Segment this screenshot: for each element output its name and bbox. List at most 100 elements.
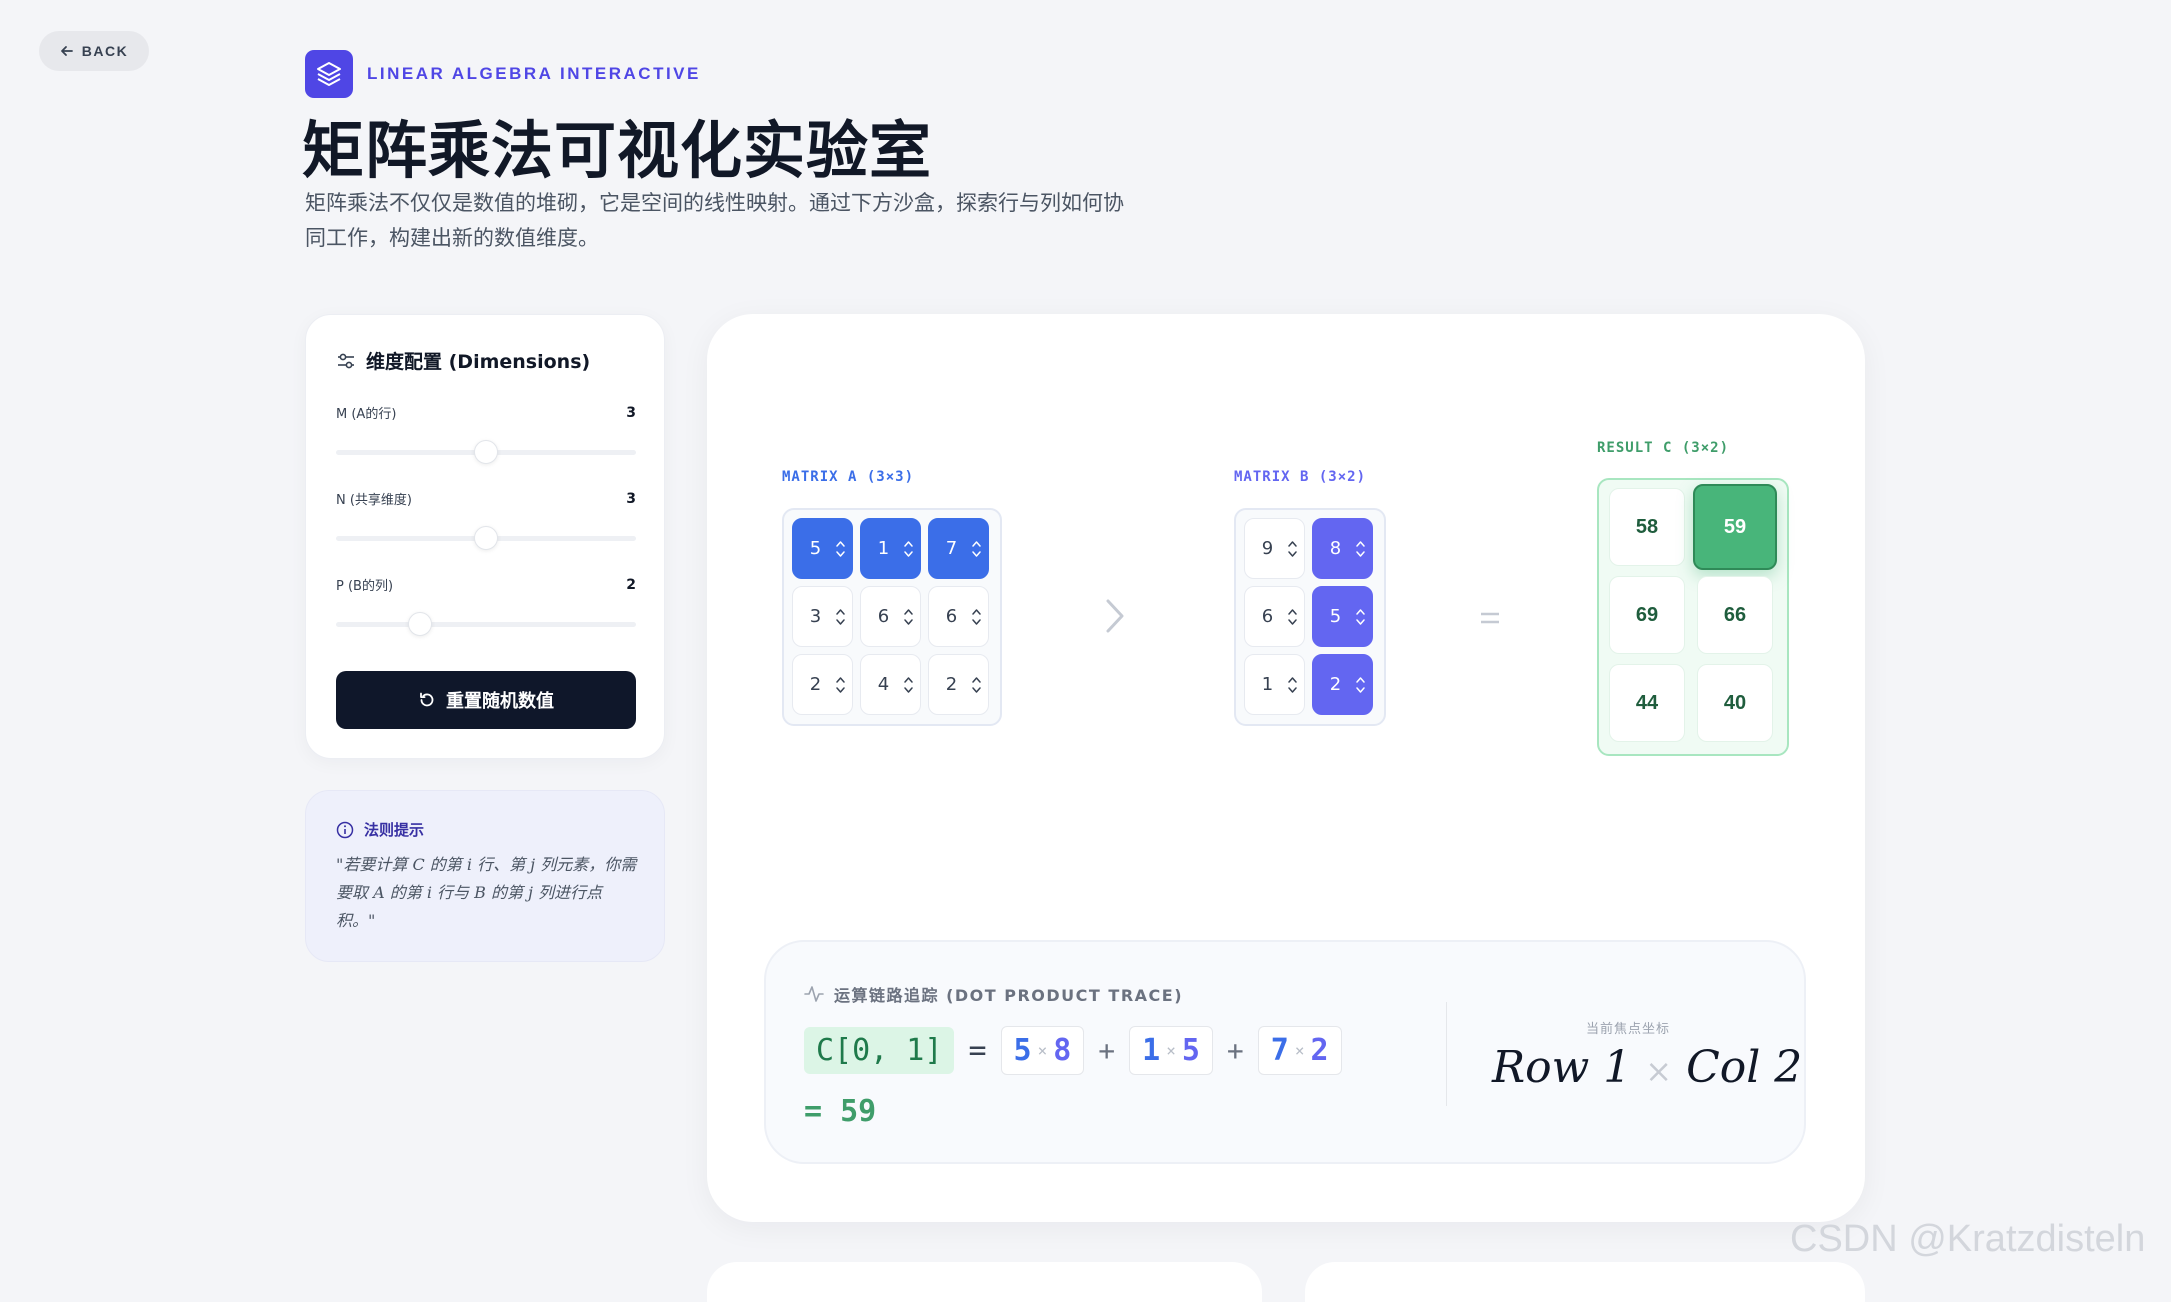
slider-m-track[interactable] <box>336 440 636 464</box>
back-button[interactable]: BACK <box>39 31 149 71</box>
focus-times: × <box>1645 1052 1673 1090</box>
matrix-b-label: MATRIX B (3×2) <box>1234 469 1367 485</box>
matrix-a-cell[interactable]: 2 <box>928 654 989 715</box>
focus-label: 当前焦点坐标 <box>1585 1022 1670 1037</box>
slider-n-label: N (共享维度) <box>336 493 413 508</box>
cell-value: 3 <box>809 606 822 627</box>
info-icon <box>336 821 354 838</box>
matrix-a-label: MATRIX A (3×3) <box>782 469 915 485</box>
layers-icon <box>305 50 353 98</box>
slider-p-label: P (B的列) <box>336 579 394 594</box>
hint-body: "若要计算 C 的第 i 行、第 j 列元素，你需要取 A 的第 i 行与 B … <box>336 855 637 930</box>
focus-col: Col 2 <box>1686 1042 1803 1093</box>
matrix-a-cell[interactable]: 2 <box>792 654 853 715</box>
trace-term: 5 × 8 <box>1000 1026 1085 1075</box>
slider-p-value: 2 <box>626 576 636 593</box>
trace-coordinate: C[0, 1] <box>804 1027 955 1074</box>
spinner-arrows-icon[interactable] <box>971 606 982 628</box>
slider-n-track[interactable] <box>336 526 636 550</box>
slider-p-thumb[interactable] <box>408 612 432 636</box>
page-description: 矩阵乘法不仅仅是数值的堆砌，它是空间的线性映射。通过下方沙盒，探索行与列如何协同… <box>305 191 1124 250</box>
slider-p: P (B的列) 2 <box>336 575 636 636</box>
result-cell[interactable]: 69 <box>1609 576 1685 654</box>
cell-value: 7 <box>945 538 958 559</box>
reset-random-button[interactable]: 重置随机数值 <box>336 671 636 729</box>
trace-divider <box>1446 1002 1447 1106</box>
cell-value: 2 <box>1329 674 1342 695</box>
matrix-b-cell[interactable]: 9 <box>1244 518 1305 579</box>
matrix-a: 5 1 7 3 6 6 2 4 2 <box>782 508 1002 726</box>
cell-value: 6 <box>1261 606 1274 627</box>
matrix-b-cell[interactable]: 6 <box>1244 586 1305 647</box>
matrix-b: 9 8 6 5 1 2 <box>1234 508 1386 726</box>
equals-sign: = <box>968 1033 987 1068</box>
times-sign: × <box>1166 1041 1176 1060</box>
slider-m: M (A的行) 3 <box>336 403 636 464</box>
result-cell[interactable]: 58 <box>1609 488 1685 566</box>
cell-value: 9 <box>1261 538 1274 559</box>
dimensions-title: 维度配置 (Dimensions) <box>366 351 591 373</box>
cell-value: 1 <box>877 538 890 559</box>
slider-n: N (共享维度) 3 <box>336 489 636 550</box>
reset-label: 重置随机数值 <box>446 691 554 712</box>
matrix-a-cell[interactable]: 6 <box>928 586 989 647</box>
result-cell-active[interactable]: 59 <box>1693 484 1777 570</box>
plus-sign: + <box>1098 1034 1116 1067</box>
cell-value: 6 <box>945 606 958 627</box>
matrix-a-cell[interactable]: 3 <box>792 586 853 647</box>
spinner-arrows-icon[interactable] <box>1355 538 1366 560</box>
term-a-value: 1 <box>1142 1033 1161 1068</box>
slider-n-thumb[interactable] <box>474 526 498 550</box>
watermark: CSDN @Kratzdisteln <box>1790 1218 2146 1260</box>
result-c: 58 59 69 66 44 40 <box>1597 478 1789 756</box>
spinner-arrows-icon[interactable] <box>1355 674 1366 696</box>
spinner-arrows-icon[interactable] <box>971 674 982 696</box>
matrix-a-cell[interactable]: 5 <box>792 518 853 579</box>
spinner-arrows-icon[interactable] <box>1287 606 1298 628</box>
slider-m-label: M (A的行) <box>336 407 397 422</box>
back-label: BACK <box>81 43 129 59</box>
cell-value: 5 <box>1329 606 1342 627</box>
matrix-a-cell[interactable]: 6 <box>860 586 921 647</box>
refresh-icon <box>420 692 434 707</box>
sliders-icon <box>338 353 354 368</box>
result-cell[interactable]: 44 <box>1609 664 1685 742</box>
spinner-arrows-icon[interactable] <box>835 538 846 560</box>
cell-value: 4 <box>877 674 890 695</box>
spinner-arrows-icon[interactable] <box>903 538 914 560</box>
spinner-arrows-icon[interactable] <box>971 538 982 560</box>
term-b-value: 8 <box>1053 1033 1072 1068</box>
trace-term: 1 × 5 <box>1129 1026 1213 1075</box>
matrix-a-cell[interactable]: 1 <box>860 518 921 579</box>
spinner-arrows-icon[interactable] <box>1287 674 1298 696</box>
term-b-value: 2 <box>1310 1033 1329 1068</box>
trace-equation: C[0, 1] = 5 × 8 + 1 × 5 + 7 × 2 <box>804 1026 1342 1075</box>
cell-value: 5 <box>809 538 822 559</box>
brand-name: LINEAR ALGEBRA INTERACTIVE <box>367 64 701 83</box>
result-cell[interactable]: 40 <box>1697 664 1773 742</box>
equals-icon <box>1481 612 1499 624</box>
result-cell[interactable]: 66 <box>1697 576 1773 654</box>
spinner-arrows-icon[interactable] <box>1287 538 1298 560</box>
matrix-a-cell[interactable]: 7 <box>928 518 989 579</box>
trace-result: = 59 <box>804 1094 877 1129</box>
chevron-right-icon <box>1106 599 1124 633</box>
slider-m-thumb[interactable] <box>474 440 498 464</box>
matrix-b-cell[interactable]: 8 <box>1312 518 1373 579</box>
slider-p-track[interactable] <box>336 612 636 636</box>
spinner-arrows-icon[interactable] <box>903 674 914 696</box>
spinner-arrows-icon[interactable] <box>903 606 914 628</box>
spinner-arrows-icon[interactable] <box>835 606 846 628</box>
spinner-arrows-icon[interactable] <box>835 674 846 696</box>
matrix-b-cell[interactable]: 5 <box>1312 586 1373 647</box>
focus-coordinate: Row 1 × Col 2 <box>1492 1042 1802 1093</box>
page-title: 矩阵乘法可视化实验室 <box>302 114 933 187</box>
slider-n-value: 3 <box>626 490 636 507</box>
term-b-value: 5 <box>1181 1033 1200 1068</box>
term-a-value: 7 <box>1270 1033 1289 1068</box>
matrix-b-cell[interactable]: 1 <box>1244 654 1305 715</box>
matrix-b-cell[interactable]: 2 <box>1312 654 1373 715</box>
spinner-arrows-icon[interactable] <box>1355 606 1366 628</box>
cell-value: 6 <box>877 606 890 627</box>
matrix-a-cell[interactable]: 4 <box>860 654 921 715</box>
